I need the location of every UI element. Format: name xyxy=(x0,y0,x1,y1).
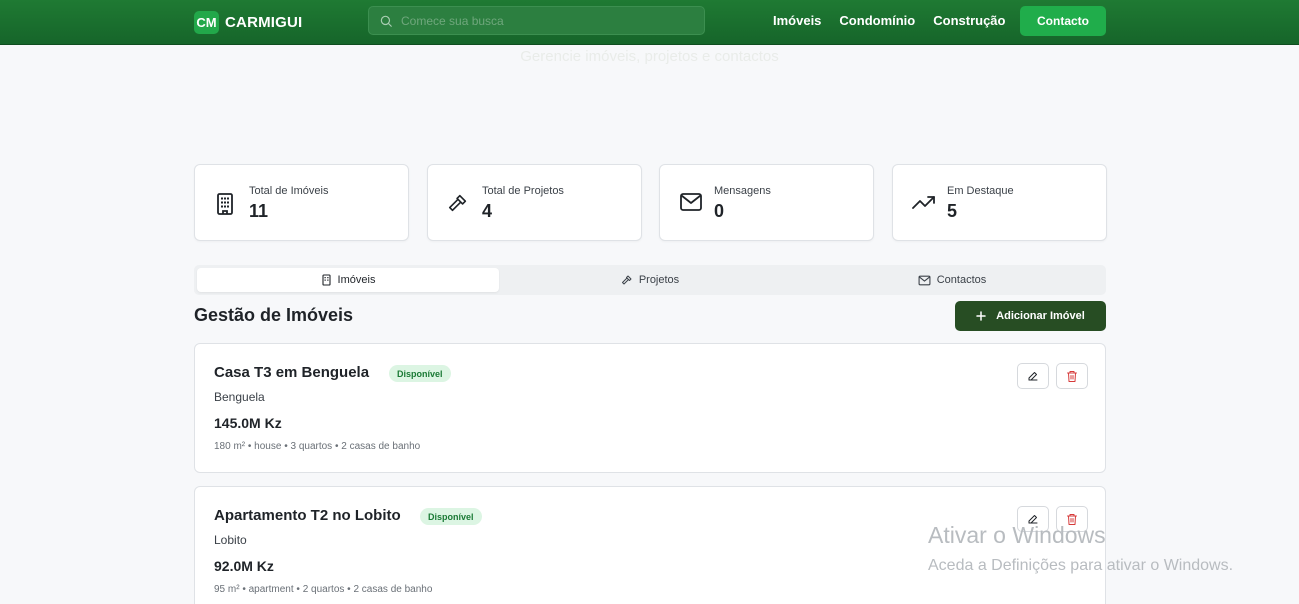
page-subtitle: Gerencie imóveis, projetos e contactos xyxy=(520,48,779,65)
top-navbar: CM CARMIGUI Imóveis Condomínio Construçã… xyxy=(0,0,1299,45)
search-bar[interactable] xyxy=(368,6,705,35)
tab-imoveis[interactable]: Imóveis xyxy=(197,268,499,292)
tab-label: Imóveis xyxy=(337,274,376,286)
property-details: 95 m² • apartment • 2 quartos • 2 casas … xyxy=(214,584,433,595)
brand-name: CARMIGUI xyxy=(225,13,303,31)
main-nav: Imóveis Condomínio Construção xyxy=(773,13,1005,28)
plus-icon xyxy=(976,311,986,321)
building-icon xyxy=(321,274,331,286)
nav-imoveis[interactable]: Imóveis xyxy=(773,13,821,28)
property-title: Casa T3 em Benguela xyxy=(214,364,370,381)
edit-button[interactable] xyxy=(1017,363,1049,389)
property-card: Casa T3 em Benguela Disponível Benguela … xyxy=(194,343,1106,473)
property-price: 92.0M Kz xyxy=(214,558,274,574)
hammer-icon xyxy=(448,194,467,212)
property-location: Benguela xyxy=(214,390,265,404)
tab-label: Projetos xyxy=(638,274,680,286)
trash-icon xyxy=(1067,370,1077,382)
brand-badge: CM xyxy=(194,10,219,34)
delete-button[interactable] xyxy=(1056,363,1088,389)
status-badge: Disponível xyxy=(389,365,451,382)
nav-construcao[interactable]: Construção xyxy=(933,13,1005,28)
edit-icon xyxy=(1028,372,1038,381)
brand-logo[interactable]: CM CARMIGUI xyxy=(194,10,302,34)
mail-icon xyxy=(918,275,931,285)
stat-label: Em Destaque xyxy=(947,185,1014,197)
stat-value: 0 xyxy=(714,201,725,221)
stat-label: Mensagens xyxy=(714,185,771,197)
mail-icon xyxy=(680,193,702,211)
tab-bar: Imóveis Projetos Contactos xyxy=(194,265,1106,295)
stat-value: 11 xyxy=(249,201,269,221)
add-property-label: Adicionar Imóvel xyxy=(996,310,1085,322)
stat-value: 4 xyxy=(482,201,493,221)
property-price: 145.0M Kz xyxy=(214,415,282,431)
property-details: 180 m² • house • 3 quartos • 2 casas de … xyxy=(214,441,421,452)
stat-card-mensagens: Mensagens 0 xyxy=(659,164,874,241)
building-icon xyxy=(217,193,233,215)
nav-condominio[interactable]: Condomínio xyxy=(839,13,915,28)
windows-activation-subtitle: Aceda a Definições para ativar o Windows… xyxy=(928,557,1234,574)
stat-label: Total de Imóveis xyxy=(249,185,329,197)
add-property-button[interactable]: Adicionar Imóvel xyxy=(955,301,1106,331)
stat-value: 5 xyxy=(947,201,958,221)
stat-card-total-imoveis: Total de Imóveis 11 xyxy=(194,164,409,241)
stat-card-total-projetos: Total de Projetos 4 xyxy=(427,164,642,241)
search-input[interactable] xyxy=(401,7,704,34)
hammer-icon xyxy=(621,275,632,285)
windows-activation-title: Ativar o Windows xyxy=(928,522,1106,548)
trending-up-icon xyxy=(912,196,935,209)
property-title: Apartamento T2 no Lobito xyxy=(214,507,401,524)
contact-button[interactable]: Contacto xyxy=(1020,6,1106,36)
property-location: Lobito xyxy=(214,533,247,547)
stat-label: Total de Projetos xyxy=(482,185,564,197)
tab-contactos[interactable]: Contactos xyxy=(801,268,1103,292)
status-badge: Disponível xyxy=(420,508,482,525)
search-icon xyxy=(380,15,392,27)
tab-projetos[interactable]: Projetos xyxy=(499,268,801,292)
section-title: Gestão de Imóveis xyxy=(194,305,354,325)
stat-card-em-destaque: Em Destaque 5 xyxy=(892,164,1107,241)
tab-label: Contactos xyxy=(936,274,987,286)
